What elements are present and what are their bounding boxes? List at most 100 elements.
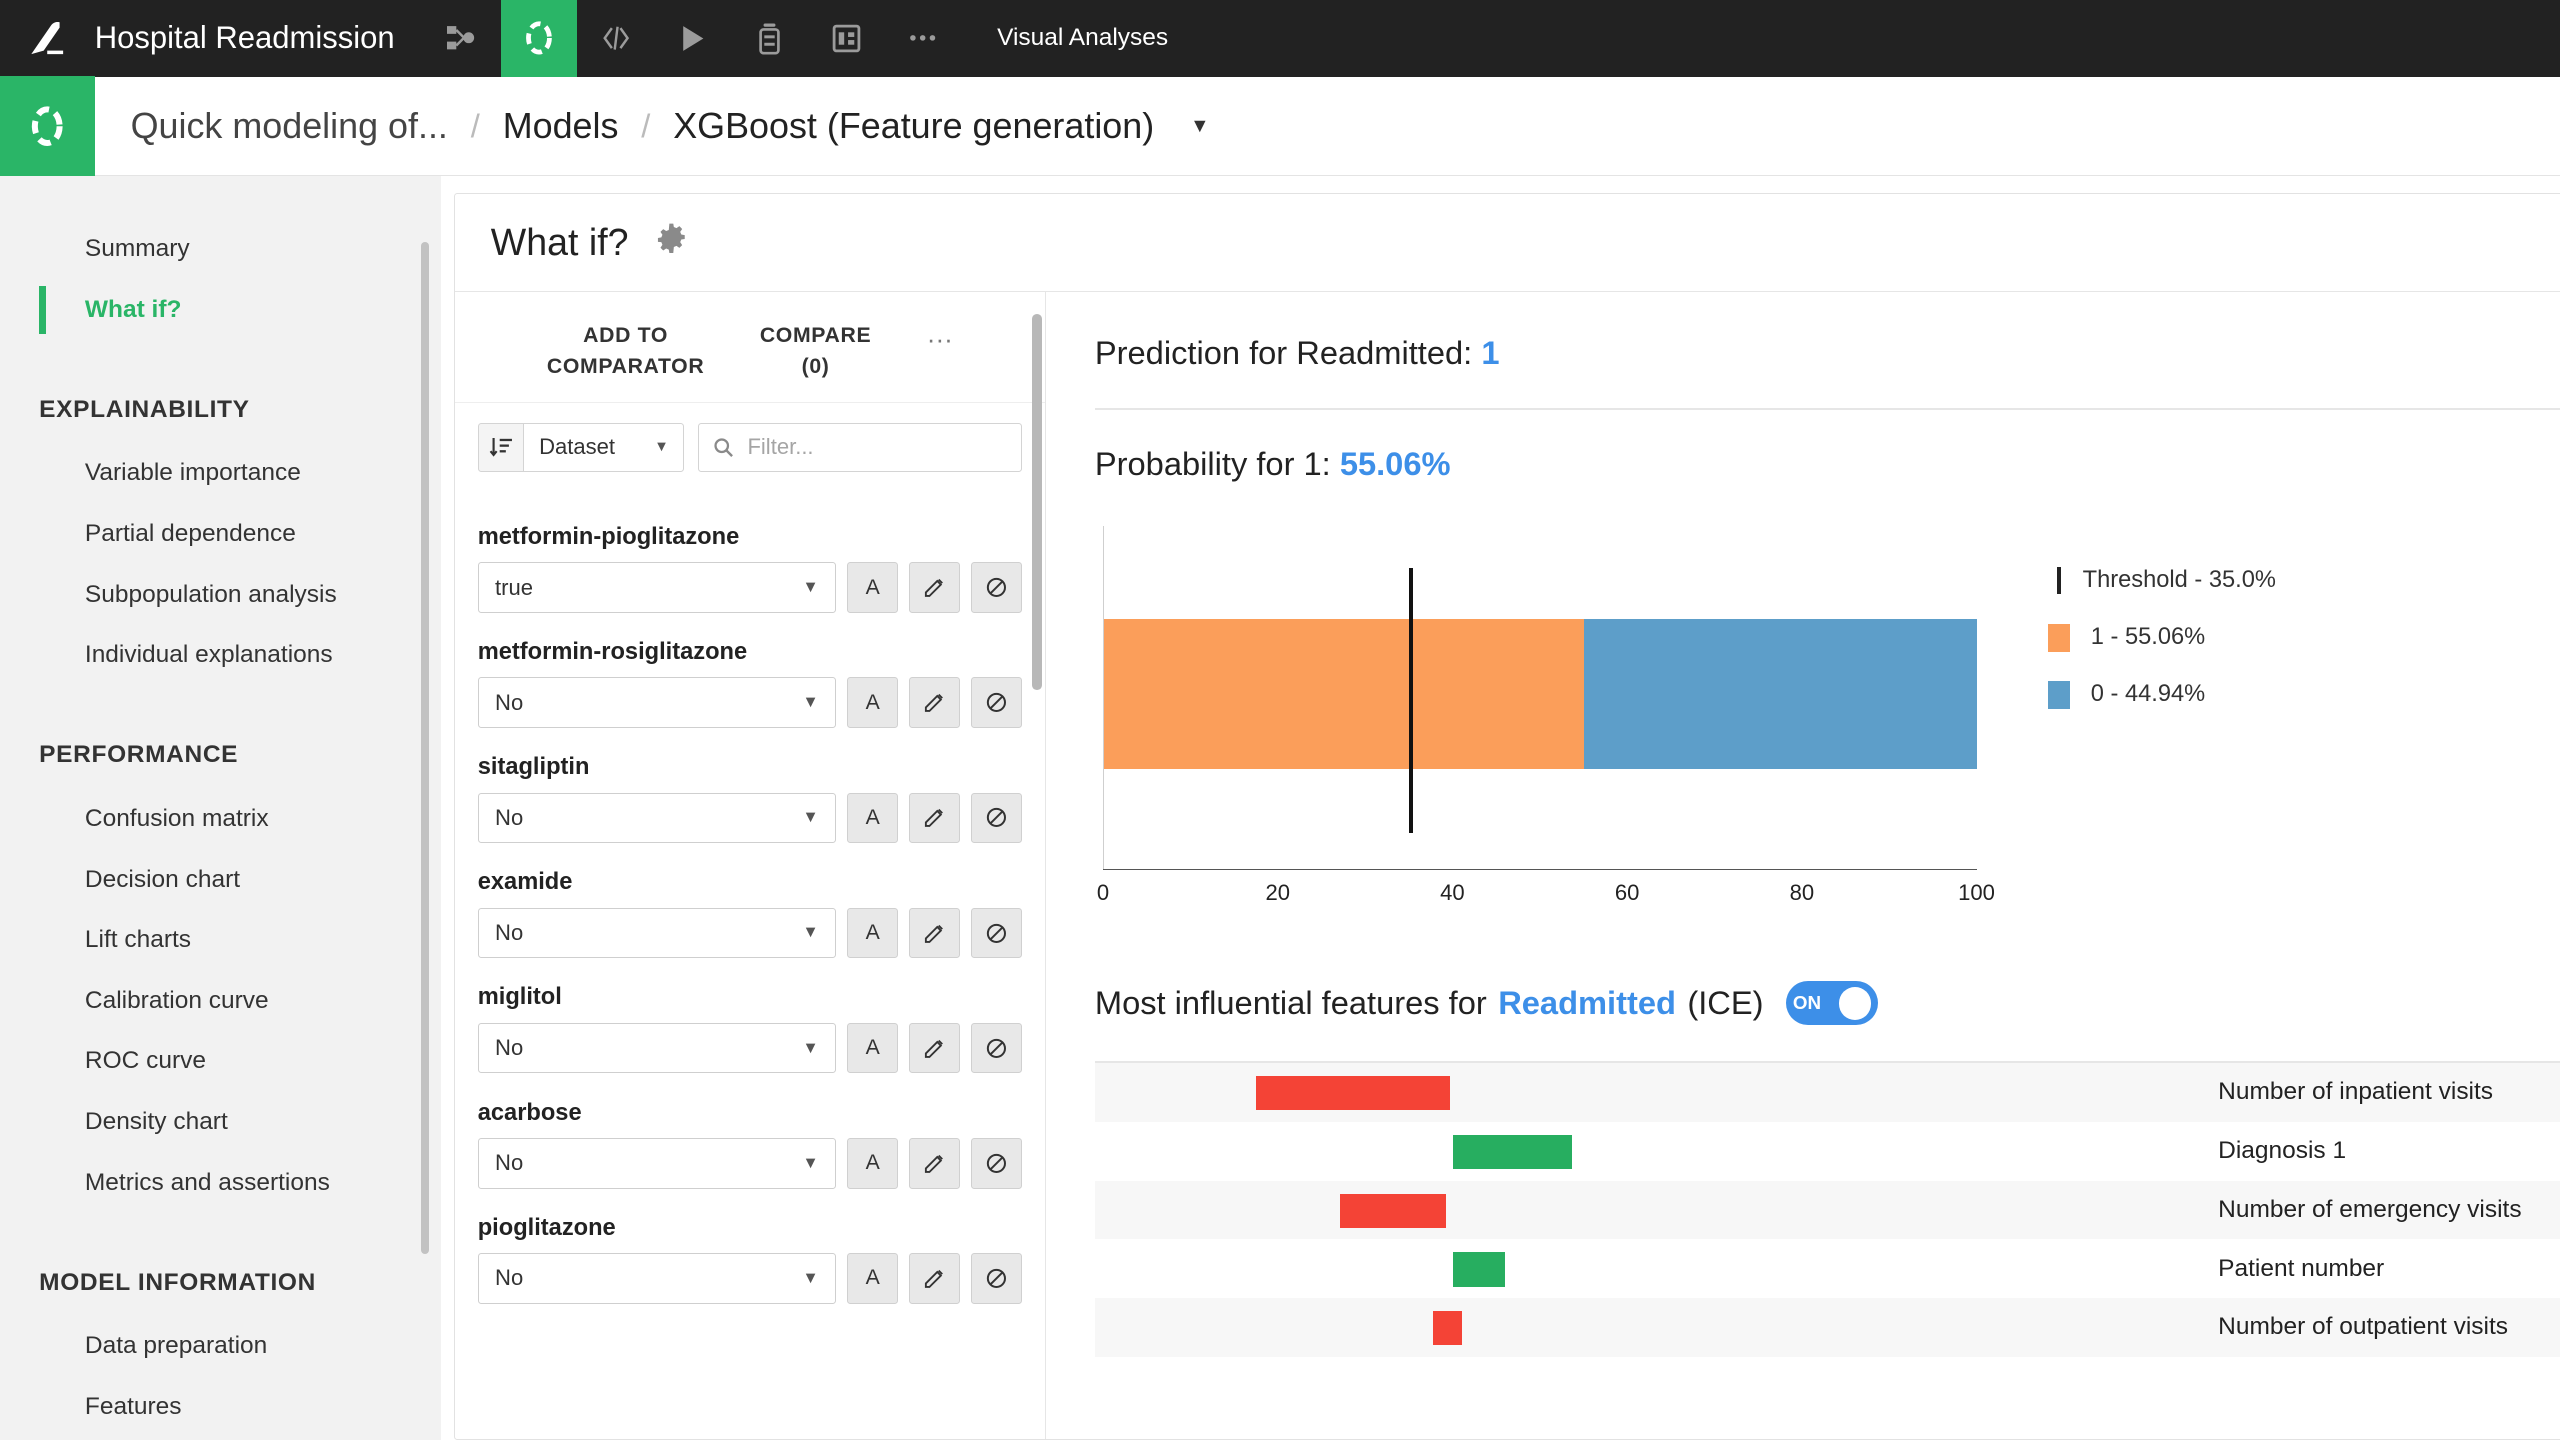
x-axis-tick: 60 [1614, 880, 1640, 906]
ice-bar-track [1095, 1239, 2192, 1298]
ice-row: Number of inpatient visits [1094, 1063, 2560, 1122]
filter-input[interactable]: Filter... [697, 422, 1023, 472]
gear-icon[interactable] [655, 222, 688, 263]
null-icon[interactable] [971, 1022, 1023, 1074]
null-icon[interactable] [971, 562, 1023, 613]
edit-icon[interactable] [909, 907, 961, 959]
actual-value-button[interactable]: A [847, 562, 898, 613]
actual-value-button[interactable]: A [847, 677, 898, 728]
sidebar-item-summary[interactable]: Summary [0, 219, 441, 280]
feature-value: No [495, 1150, 524, 1176]
null-icon[interactable] [971, 677, 1023, 728]
feature-value: No [495, 689, 524, 715]
breadcrumb-analysis[interactable]: Quick modeling of... [131, 105, 448, 147]
feature-value-select[interactable]: No ▼ [477, 907, 836, 959]
probability-value: 55.06% [1339, 445, 1451, 483]
compare-button[interactable]: COMPARE (0) [760, 321, 871, 383]
x-axis-tick: 0 [1096, 880, 1110, 906]
actual-value-button[interactable]: A [847, 1022, 898, 1074]
legend-item[interactable]: 0 - 44.94% [2048, 666, 2276, 723]
breadcrumb-model[interactable]: XGBoost (Feature generation) [673, 105, 1154, 147]
sidebar-item-lift-charts[interactable]: Lift charts [0, 910, 441, 971]
legend-item[interactable]: 1 - 55.06% [2048, 609, 2276, 666]
null-icon[interactable] [971, 907, 1023, 959]
edit-icon[interactable] [909, 792, 961, 844]
feature-value-select[interactable]: No ▼ [477, 1137, 836, 1189]
edit-icon[interactable] [909, 1137, 961, 1189]
run-icon[interactable] [654, 0, 731, 77]
actual-value-button[interactable]: A [847, 907, 898, 959]
sidebar-item-data-preparation[interactable]: Data preparation [0, 1316, 441, 1377]
edit-icon[interactable] [909, 562, 961, 613]
dataset-select-value: Dataset [539, 434, 616, 460]
feature-value-select[interactable]: No ▼ [477, 1253, 836, 1304]
sidebar-item-partial-dependence[interactable]: Partial dependence [0, 504, 441, 565]
main-content: What if? EXPLORE NEIGHBORHOOD ADD TO COM… [440, 176, 2560, 1440]
add-to-comparator-button[interactable]: ADD TO COMPARATOR [547, 321, 704, 383]
legend-swatch-threshold [2056, 566, 2062, 595]
dataset-select[interactable]: Dataset ▼ [523, 422, 685, 472]
bar-segment-class-1 [1104, 618, 1585, 770]
feature-value: No [495, 1265, 524, 1291]
edit-icon[interactable] [909, 677, 961, 728]
ice-toggle[interactable]: ON [1786, 981, 1878, 1026]
dashboard-icon[interactable] [808, 0, 885, 77]
breadcrumb-models[interactable]: Models [503, 105, 619, 147]
actual-value-button[interactable]: A [847, 1137, 898, 1189]
section-label[interactable]: Visual Analyses [961, 24, 1204, 52]
more-icon[interactable] [884, 0, 961, 77]
code-icon[interactable] [577, 0, 654, 77]
sidebar-item-density-chart[interactable]: Density chart [0, 1092, 441, 1153]
feature-value-select[interactable]: No ▼ [477, 1022, 836, 1074]
chevron-down-icon: ▼ [802, 923, 819, 942]
feature-value-select[interactable]: No ▼ [477, 677, 836, 728]
feature-value-select[interactable]: No ▼ [477, 792, 836, 844]
dataiku-logo-icon[interactable] [0, 0, 95, 77]
flow-icon[interactable] [424, 0, 501, 77]
feature-label: sitagliptin [477, 754, 590, 781]
feature-value: true [495, 574, 533, 600]
feature-list: metformin-pioglitazone true ▼ A metformin… [455, 491, 1045, 1336]
chevron-down-icon: ▼ [802, 693, 819, 712]
more-icon[interactable]: ··· [927, 321, 953, 355]
ice-feature-label: Diagnosis 1 [2218, 1137, 2347, 1165]
sidebar-item-features[interactable]: Features [0, 1377, 441, 1438]
breadcrumb-bar: Quick modeling of... / Models / XGBoost … [0, 76, 2560, 177]
sidebar-item-confusion-matrix[interactable]: Confusion matrix [0, 789, 441, 850]
legend-label: 0 - 44.94% [2090, 681, 2206, 708]
ice-bar [1256, 1076, 1451, 1111]
edit-icon[interactable] [909, 1022, 961, 1074]
x-axis-tick: 40 [1440, 880, 1465, 906]
sidebar-item-subpopulation-analysis[interactable]: Subpopulation analysis [0, 564, 441, 625]
sort-icon[interactable] [477, 422, 524, 472]
legend-item[interactable]: Threshold - 35.0% [2048, 552, 2276, 609]
actual-value-button[interactable]: A [847, 792, 898, 844]
edit-icon[interactable] [909, 1253, 961, 1304]
null-icon[interactable] [971, 1137, 1023, 1189]
actual-value-button[interactable]: A [847, 1253, 898, 1304]
ice-row: Number of emergency visits [1094, 1180, 2560, 1240]
analysis-icon[interactable] [500, 0, 578, 77]
feature-value-select[interactable]: true ▼ [477, 562, 836, 613]
lab-icon[interactable] [731, 0, 808, 77]
sidebar-item-individual-explanations[interactable]: Individual explanations [0, 625, 441, 686]
null-icon[interactable] [971, 792, 1023, 844]
probability-line: Probability for 1: 55.06% [1095, 410, 2560, 484]
sidebar-item-roc-curve[interactable]: ROC curve [0, 1031, 441, 1092]
page-title: What if? [490, 220, 629, 263]
sidebar-item-what-if[interactable]: What if? [0, 279, 441, 340]
feature-list-scrollbar[interactable] [1031, 314, 1042, 690]
project-title[interactable]: Hospital Readmission [95, 20, 424, 56]
feature-row: No ▼ A [477, 907, 1023, 959]
sidebar-item-decision-chart[interactable]: Decision chart [0, 849, 441, 910]
x-axis-tick: 80 [1789, 880, 1815, 906]
feature-row: No ▼ A [477, 677, 1023, 728]
sidebar-scrollbar[interactable] [421, 241, 430, 1254]
ice-feature-label: Number of emergency visits [2218, 1195, 2522, 1223]
null-icon[interactable] [971, 1253, 1023, 1304]
probability-label: Probability for 1: [1094, 445, 1331, 483]
sidebar-item-calibration-curve[interactable]: Calibration curve [0, 971, 441, 1032]
sidebar-item-metrics-and-assertions[interactable]: Metrics and assertions [0, 1152, 441, 1213]
chevron-down-icon[interactable]: ▼ [1190, 115, 1209, 138]
sidebar-item-variable-importance[interactable]: Variable importance [0, 443, 441, 504]
